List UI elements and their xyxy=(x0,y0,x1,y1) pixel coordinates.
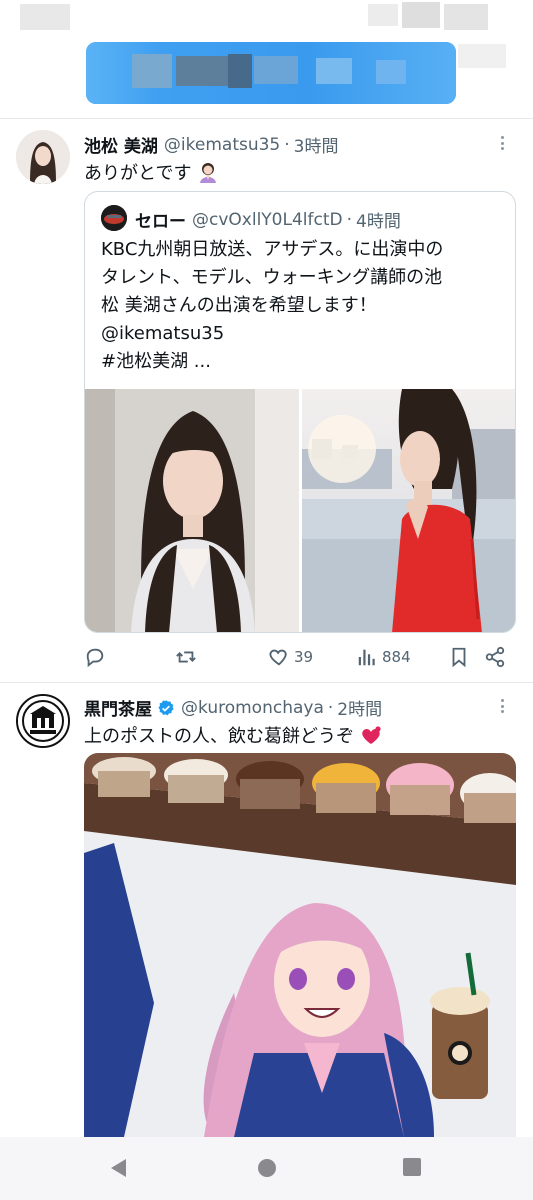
quote-line: タレント、モデル、ウォーキング講師の池 xyxy=(101,267,443,288)
tweet-image[interactable] xyxy=(84,753,516,1137)
quote-hashtag[interactable]: #池松美湖 ... xyxy=(101,348,505,376)
quote-line: KBC九州朝日放送、アサデス。に出演中の xyxy=(101,239,444,260)
quote-avatar[interactable] xyxy=(101,205,127,231)
folded-hands-emoji-icon xyxy=(197,161,219,183)
bookmark-button[interactable] xyxy=(448,646,470,668)
quote-mention[interactable]: @ikematsu35 xyxy=(101,320,505,348)
quote-time[interactable]: 4時間 xyxy=(356,207,401,232)
blurred-block xyxy=(444,4,488,30)
retweet-icon xyxy=(176,651,196,663)
heart-emoji-icon xyxy=(360,724,382,746)
tweet-header: 黒門茶屋 @kuromonchaya · 2時間 xyxy=(84,695,382,721)
quote-text: KBC九州朝日放送、アサデス。に出演中の タレント、モデル、ウォーキング講師の池… xyxy=(101,236,505,376)
bookmark-icon xyxy=(452,647,466,668)
reply-button[interactable] xyxy=(84,646,110,668)
separator-dot: · xyxy=(346,209,352,230)
home-circle-icon[interactable] xyxy=(256,1157,278,1183)
views-icon xyxy=(358,649,375,666)
view-count: 884 xyxy=(382,648,411,666)
tweet-text-content: ありがとです xyxy=(84,163,192,184)
avatar[interactable] xyxy=(16,130,70,184)
separator-dot: · xyxy=(327,697,334,718)
author-handle[interactable]: @kuromonchaya xyxy=(181,698,324,718)
tweet-text-content: 上のポストの人、飲む葛餅どうぞ xyxy=(84,726,354,747)
blurred-block xyxy=(368,4,398,26)
quote-line: 松 美湖さんの出演を希望します！ xyxy=(101,295,377,316)
views-button[interactable]: 884 xyxy=(356,646,411,668)
blurred-block xyxy=(402,2,440,28)
avatar[interactable] xyxy=(16,694,70,748)
post-time[interactable]: 2時間 xyxy=(337,695,382,720)
back-triangle-icon[interactable] xyxy=(108,1157,128,1183)
share-icon xyxy=(485,646,505,668)
tweet-header: 池松 美湖 @ikematsu35 · 3時間 xyxy=(84,132,339,158)
retweet-button[interactable] xyxy=(174,646,202,668)
like-count: 39 xyxy=(294,648,314,666)
quote-author-name[interactable]: セロー xyxy=(135,207,186,232)
separator-dot: · xyxy=(284,134,290,155)
quote-photo-1[interactable] xyxy=(85,389,299,632)
author-name[interactable]: 黒門茶屋 xyxy=(84,695,152,720)
post-time[interactable]: 3時間 xyxy=(294,132,339,157)
blurred-header xyxy=(0,0,533,118)
quote-photo-2[interactable] xyxy=(302,389,515,632)
divider xyxy=(0,118,533,119)
blurred-banner xyxy=(86,42,456,104)
author-name[interactable]: 池松 美湖 xyxy=(84,132,158,157)
tweet-actions: 39 884 xyxy=(84,646,516,670)
system-navigation-bar xyxy=(0,1137,533,1200)
share-button[interactable] xyxy=(484,646,506,668)
more-vertical-icon[interactable] xyxy=(493,134,511,152)
like-button[interactable]: 39 xyxy=(268,646,313,668)
verified-badge-icon xyxy=(157,699,175,717)
divider xyxy=(0,682,533,683)
tweet-text: ありがとです xyxy=(84,159,219,185)
quote-author-handle[interactable]: @cvOxllY0L4lfctD xyxy=(192,210,343,230)
quote-header: セロー @cvOxllY0L4lfctD · 4時間 xyxy=(135,207,401,233)
heart-icon xyxy=(269,649,287,666)
blurred-block xyxy=(20,4,70,30)
reply-icon xyxy=(86,648,104,668)
tweet-text: 上のポストの人、飲む葛餅どうぞ xyxy=(84,722,382,748)
recents-square-icon[interactable] xyxy=(402,1157,422,1181)
more-vertical-icon[interactable] xyxy=(493,697,511,715)
quoted-tweet[interactable]: セロー @cvOxllY0L4lfctD · 4時間 KBC九州朝日放送、アサデ… xyxy=(84,191,516,633)
author-handle[interactable]: @ikematsu35 xyxy=(164,135,280,155)
blurred-block xyxy=(458,44,506,68)
